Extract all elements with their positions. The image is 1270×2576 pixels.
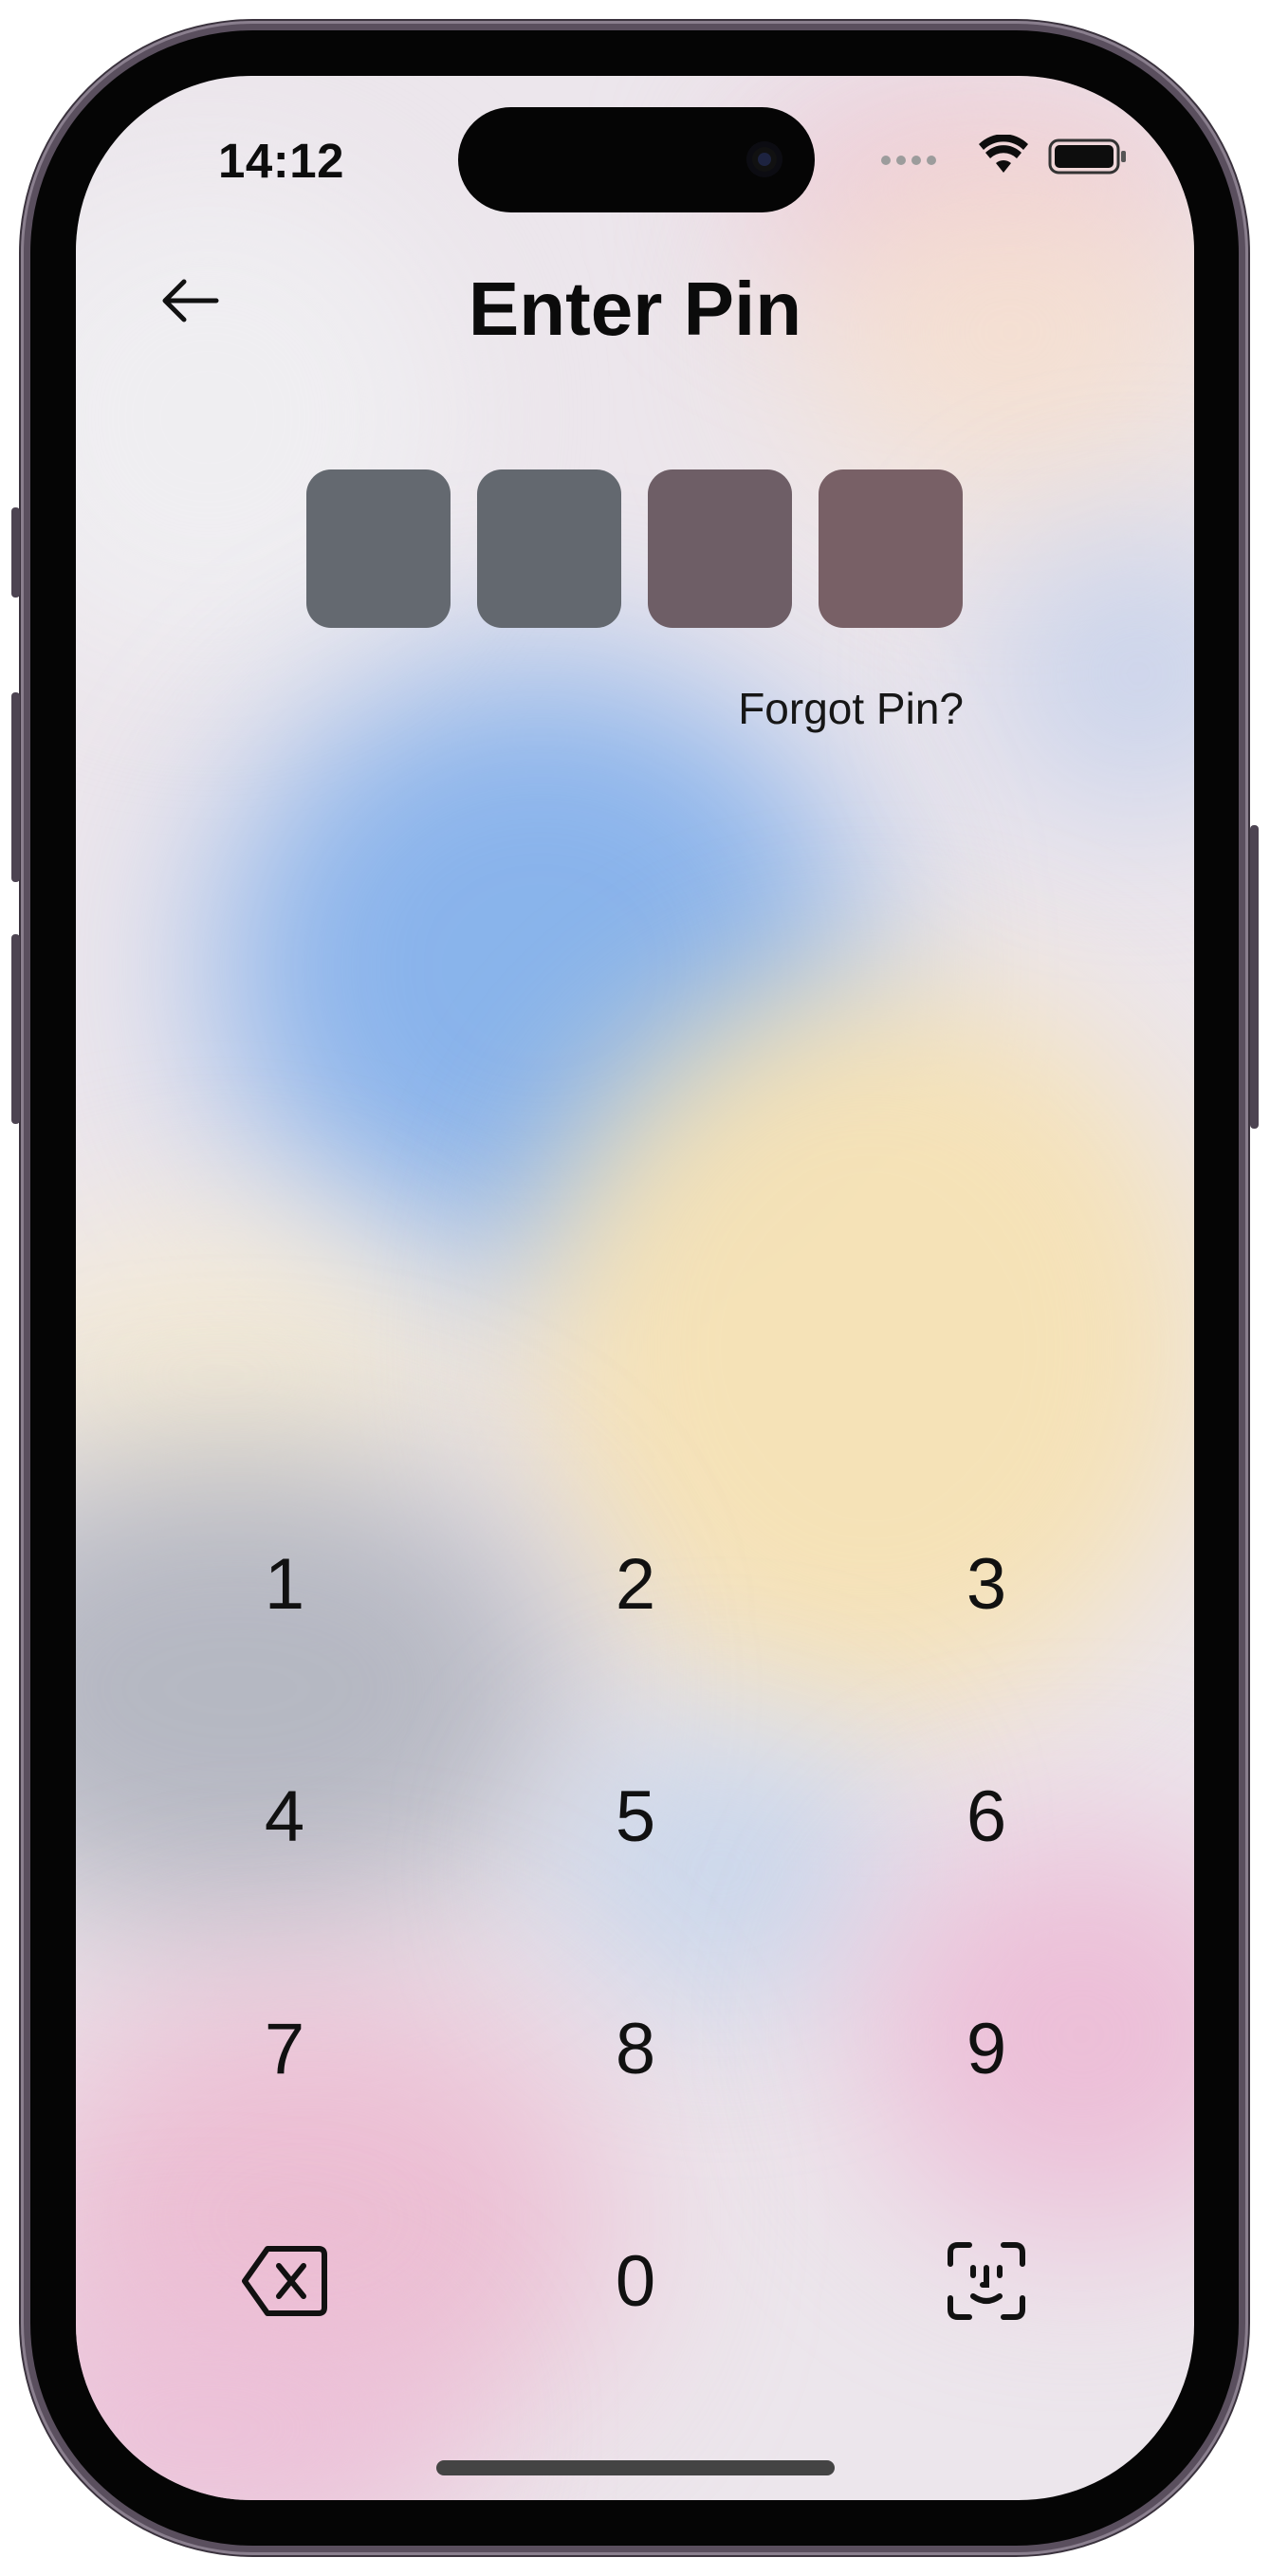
key-1[interactable]: 1 [142,1489,427,1679]
pin-digit-box [306,469,451,628]
face-id-icon [948,2242,1025,2320]
cellular-signal-icon [881,156,938,165]
delete-button[interactable] [142,2186,427,2376]
pin-digit-box [819,469,963,628]
key-6[interactable]: 6 [844,1721,1129,1911]
wifi-icon [979,135,1028,173]
camera-icon [746,141,782,177]
key-4[interactable]: 4 [142,1721,427,1911]
screen: 14:12 Enter Pin Forgot Pin? 1 2 3 4 5 6 … [76,76,1194,2500]
key-9[interactable]: 9 [844,1954,1129,2144]
key-5[interactable]: 5 [493,1721,778,1911]
key-3[interactable]: 3 [844,1489,1129,1679]
status-indicators [881,135,1128,176]
battery-icon [1048,138,1126,175]
volume-up-button [11,692,20,882]
forgot-pin-link[interactable]: Forgot Pin? [738,683,964,734]
key-0[interactable]: 0 [493,2186,778,2376]
page-title: Enter Pin [468,267,802,351]
power-button [1250,825,1259,1129]
key-7[interactable]: 7 [142,1954,427,2144]
status-time: 14:12 [218,134,344,188]
dynamic-island [458,107,815,212]
key-8[interactable]: 8 [493,1954,778,2144]
key-2[interactable]: 2 [493,1489,778,1679]
backspace-icon [242,2246,327,2316]
pin-digit-box [648,469,792,628]
face-id-button[interactable] [844,2186,1129,2376]
volume-down-button [11,934,20,1124]
action-button [11,507,20,598]
home-indicator[interactable] [436,2460,835,2475]
pin-digit-box [477,469,621,628]
pin-input[interactable] [306,469,963,631]
